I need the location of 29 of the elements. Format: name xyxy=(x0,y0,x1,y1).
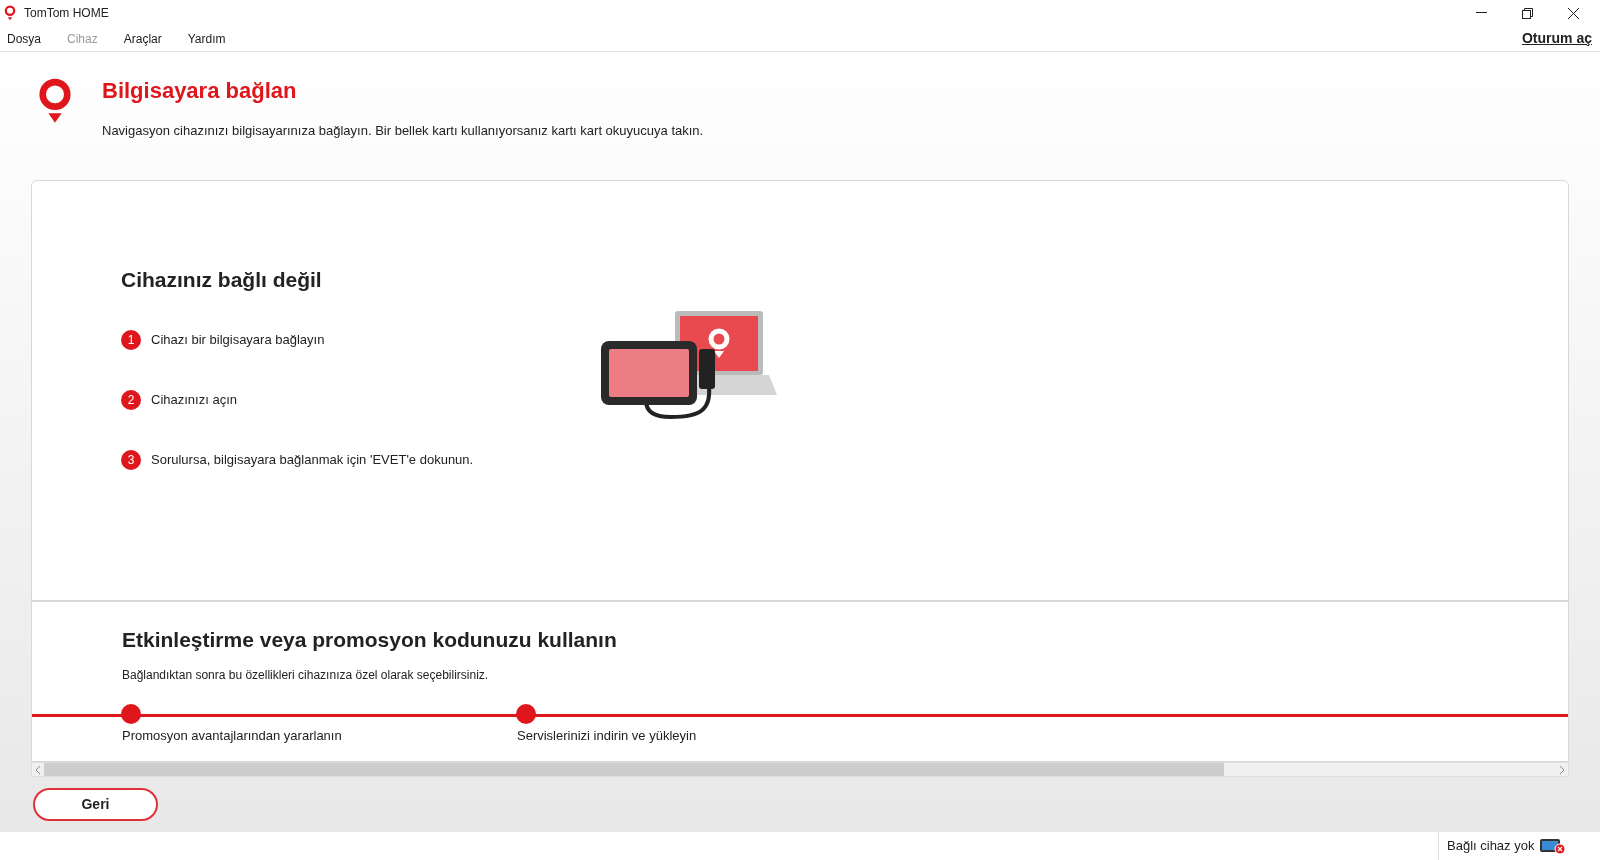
sign-in-link[interactable]: Oturum aç xyxy=(1522,28,1592,49)
device-disconnected-icon xyxy=(1540,837,1567,855)
step-number: 2 xyxy=(121,389,141,410)
back-button[interactable]: Geri xyxy=(33,788,158,821)
scroll-left-icon[interactable] xyxy=(34,764,42,775)
step-number: 1 xyxy=(121,329,141,350)
milestone-label: Promosyon avantajlarından yararlanın xyxy=(122,726,342,745)
status-title: Cihazınız bağlı değil xyxy=(121,267,323,293)
horizontal-scrollbar[interactable] xyxy=(31,762,1569,777)
restore-icon xyxy=(1521,7,1533,19)
menu-item[interactable]: Araçlar xyxy=(123,29,162,48)
milestone-label: Servislerinizi indirin ve yükleyin xyxy=(517,726,697,745)
minimize-icon xyxy=(1475,12,1487,14)
scroll-right-icon[interactable] xyxy=(1558,764,1566,775)
promo-title: Etkinleştirme veya promosyon kodunuzu kullanın xyxy=(121,627,618,653)
scrollbar-thumb[interactable] xyxy=(44,763,1224,776)
close-icon xyxy=(1567,7,1579,19)
promo-subtitle: Bağlandıktan sonra bu özellikleri cihazınıza özel olarak seçebilirsiniz. xyxy=(121,666,490,684)
page-title: Bilgisayara bağlan xyxy=(102,77,298,105)
step-number: 3 xyxy=(121,449,141,470)
menu-item[interactable]: Yardım xyxy=(187,29,226,48)
page-subtitle: Navigasyon cihazınızı bilgisayarınıza bağlayın. Bir bellek kartı kullanıyorsanız kartı kart okuyucuya takın. xyxy=(102,122,704,140)
app-logo-icon xyxy=(4,5,16,21)
step-text: Cihazınızı açın xyxy=(151,390,237,409)
step-text: Cihazı bir bilgisayara bağlayın xyxy=(151,330,325,349)
menu-item[interactable]: Dosya xyxy=(7,29,41,48)
step-text: Sorulursa, bilgisayara bağlanmak için 'EVET'e dokunun. xyxy=(151,450,474,469)
window-title: TomTom HOME xyxy=(24,5,109,22)
status-text: Bağlı cihaz yok xyxy=(1447,837,1535,856)
